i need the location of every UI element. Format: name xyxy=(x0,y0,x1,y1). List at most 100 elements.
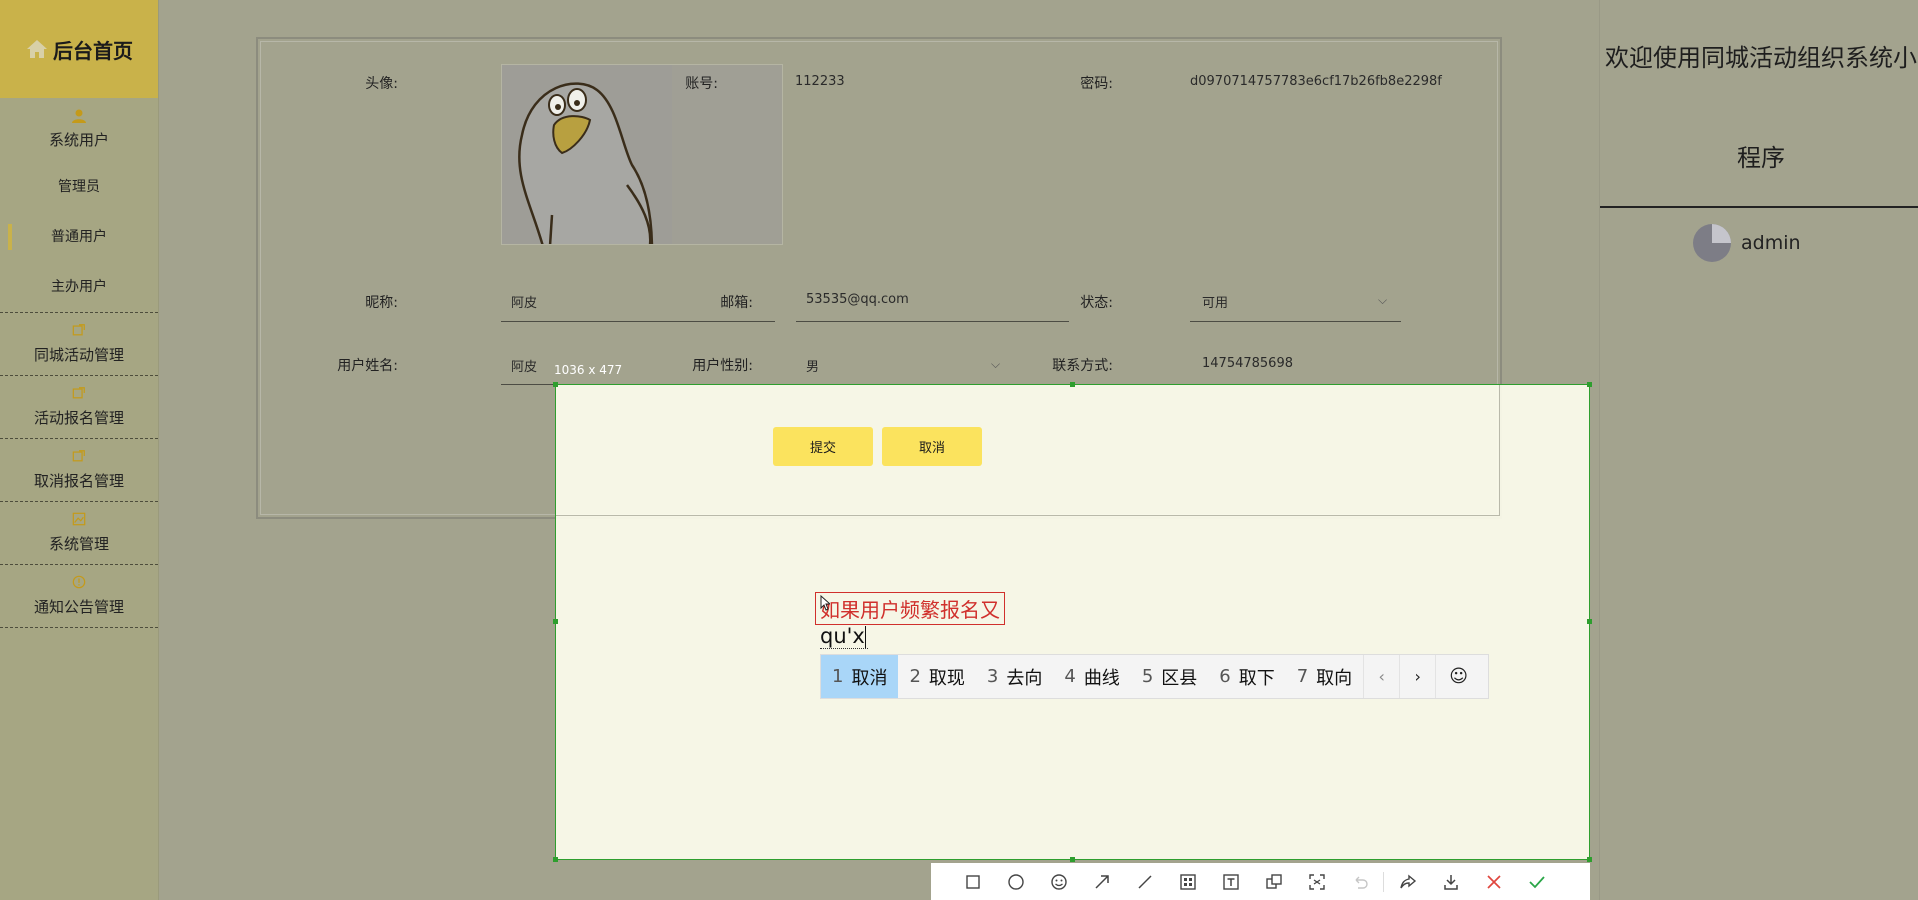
ime-candidate[interactable]: 6 取下 xyxy=(1208,655,1285,698)
ime-candidate[interactable]: 1 取消 xyxy=(821,655,899,698)
username: admin xyxy=(1741,232,1801,254)
resize-handle[interactable] xyxy=(553,619,558,624)
realname-label: 用户姓名: xyxy=(337,358,398,374)
emoji-icon[interactable]: ☺ xyxy=(1435,655,1481,698)
chevron-right-icon[interactable]: › xyxy=(1399,655,1435,698)
nickname-label: 昵称: xyxy=(365,295,398,311)
screenshot-selection[interactable]: 提交 取消 xyxy=(555,384,1590,860)
ime-composition[interactable]: qu'x xyxy=(820,624,868,649)
ime-composition-text: qu'x xyxy=(820,624,865,648)
avatar-label: 头像: xyxy=(365,76,398,92)
sidebar-item-organizer[interactable]: 主办用户 xyxy=(0,262,158,312)
text-annotation[interactable]: 如果用户频繁报名又 xyxy=(815,592,1005,625)
cancel-button[interactable]: 取消 xyxy=(882,427,982,466)
confirm-icon[interactable] xyxy=(1515,863,1558,900)
header-divider xyxy=(1600,206,1918,208)
menu-group-activity[interactable]: 同城活动管理 xyxy=(0,313,158,376)
candidate-number: 2 xyxy=(909,666,921,687)
ime-candidate[interactable]: 7 取向 xyxy=(1286,655,1363,698)
resize-handle[interactable] xyxy=(553,382,558,387)
avatar xyxy=(1693,224,1731,262)
user-icon xyxy=(70,108,88,126)
candidate-text: 曲线 xyxy=(1083,667,1120,689)
menu-cancel-signup-label: 取消报名管理 xyxy=(33,472,124,490)
resize-handle[interactable] xyxy=(1070,857,1075,862)
edit-icon xyxy=(70,449,88,467)
resize-handle[interactable] xyxy=(553,857,558,862)
ime-candidate[interactable]: 2 取现 xyxy=(898,655,975,698)
close-icon[interactable] xyxy=(1472,863,1515,900)
menu-group-system-users: 系统用户 管理员 普通用户 主办用户 xyxy=(0,98,158,313)
nickname-field[interactable]: 阿皮 xyxy=(511,292,537,311)
mouse-pointer-icon xyxy=(820,595,830,611)
resize-handle[interactable] xyxy=(1587,382,1592,387)
pin-icon[interactable] xyxy=(1252,863,1295,900)
submit-button[interactable]: 提交 xyxy=(773,427,873,466)
edit-icon xyxy=(70,386,88,404)
email-field[interactable]: 53535@qq.com xyxy=(806,292,909,307)
toolbar-divider xyxy=(1383,871,1384,892)
candidate-number: 3 xyxy=(986,666,999,687)
user-menu[interactable]: admin xyxy=(1693,224,1801,262)
form-box-edge xyxy=(556,385,1500,516)
ime-candidate[interactable]: 5 区县 xyxy=(1131,655,1208,698)
candidate-text: 取现 xyxy=(928,667,965,689)
candidate-text: 取下 xyxy=(1238,667,1275,689)
status-select[interactable]: 可用 xyxy=(1202,292,1228,311)
ime-candidate[interactable]: 3 去向 xyxy=(976,655,1053,698)
nickname-underline xyxy=(501,321,775,322)
emoji-icon[interactable] xyxy=(1037,863,1080,900)
resize-handle[interactable] xyxy=(1587,857,1592,862)
chevron-left-icon[interactable]: ‹ xyxy=(1363,655,1399,698)
avatar-image[interactable] xyxy=(501,64,783,245)
save-icon[interactable] xyxy=(1429,863,1472,900)
share-icon[interactable] xyxy=(1386,863,1429,900)
menu-system-label: 系统管理 xyxy=(48,535,109,553)
info-icon xyxy=(70,575,88,593)
contact-label: 联系方式: xyxy=(1052,358,1113,374)
realname-field[interactable]: 阿皮 xyxy=(511,356,537,375)
ocr-icon[interactable] xyxy=(1295,863,1338,900)
password-value: d0970714757783e6cf17b26fb8e2298f xyxy=(1190,74,1442,89)
welcome-line-1: 欢迎使用同城活动组织系统小 xyxy=(1605,44,1917,72)
mosaic-icon[interactable] xyxy=(1166,863,1209,900)
candidate-text: 去向 xyxy=(1006,667,1043,689)
candidate-number: 7 xyxy=(1296,666,1309,687)
undo-icon[interactable] xyxy=(1338,863,1381,900)
arrow-icon[interactable] xyxy=(1080,863,1123,900)
gender-select[interactable]: 男 xyxy=(806,356,819,375)
home-icon xyxy=(25,38,49,60)
chevron-down-icon[interactable]: ⌵ xyxy=(991,357,1000,372)
menu-group-system[interactable]: 系统管理 xyxy=(0,502,158,565)
candidate-number: 5 xyxy=(1141,666,1154,687)
welcome-line-2: 程序 xyxy=(1737,144,1785,172)
ime-candidate[interactable]: 4 曲线 xyxy=(1053,655,1130,698)
account-value: 112233 xyxy=(795,74,845,89)
image-icon xyxy=(70,512,88,530)
sidebar-item-admin[interactable]: 管理员 xyxy=(0,162,158,212)
email-underline xyxy=(796,321,1069,322)
header-panel: 欢迎使用同城活动组织系统小 程序 admin xyxy=(1599,0,1918,900)
status-label: 状态: xyxy=(1080,295,1113,311)
ellipse-icon[interactable] xyxy=(994,863,1037,900)
menu-group-notice[interactable]: 通知公告管理 xyxy=(0,565,158,628)
rectangle-icon[interactable] xyxy=(951,863,994,900)
resize-handle[interactable] xyxy=(1070,382,1075,387)
menu-group-signup[interactable]: 活动报名管理 xyxy=(0,376,158,439)
menu-notice-label: 通知公告管理 xyxy=(33,598,124,616)
brand-home-link[interactable]: 后台首页 xyxy=(0,0,158,98)
ime-candidate-bar: 1 取消 2 取现 3 去向 4 曲线 5 区县 6 取下 7 取向 ‹ › ☺ xyxy=(820,654,1489,699)
line-icon[interactable] xyxy=(1123,863,1166,900)
status-underline xyxy=(1190,321,1401,322)
email-label: 邮箱: xyxy=(720,295,753,311)
selection-dimensions: 1036 x 477 xyxy=(554,363,623,377)
text-icon[interactable] xyxy=(1209,863,1252,900)
gender-label: 用户性别: xyxy=(692,358,753,374)
sidebar-item-normal-user[interactable]: 普通用户 xyxy=(0,212,158,262)
chevron-down-icon[interactable]: ⌵ xyxy=(1378,293,1387,308)
password-label: 密码: xyxy=(1080,76,1113,92)
menu-group-cancel-signup[interactable]: 取消报名管理 xyxy=(0,439,158,502)
resize-handle[interactable] xyxy=(1587,619,1592,624)
contact-field[interactable]: 14754785698 xyxy=(1202,356,1293,371)
menu-system-users[interactable]: 系统用户 xyxy=(0,129,158,150)
